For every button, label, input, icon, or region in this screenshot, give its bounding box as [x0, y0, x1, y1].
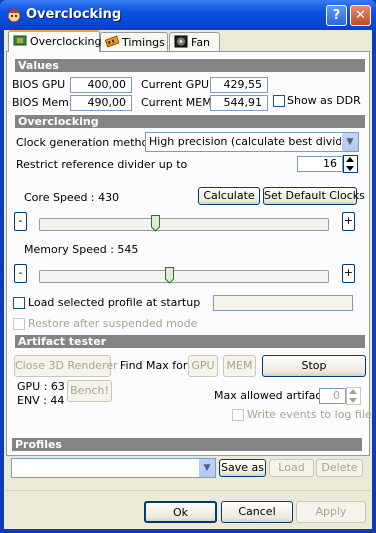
apply-button[interactable]: Apply: [296, 501, 366, 523]
ok-button[interactable]: Ok: [144, 501, 217, 523]
spinner-arrows-icon: [349, 389, 357, 403]
memory-icon: [105, 35, 119, 48]
memory-plus-button[interactable]: +: [342, 264, 355, 283]
core-minus-button[interactable]: -: [14, 212, 27, 231]
current-gpu-field: 429,55: [210, 77, 268, 93]
tab-panel: Values BIOS GPU 400,00 Current GPU 429,5…: [6, 51, 372, 456]
tab-label: Overclocking: [30, 35, 102, 48]
profile-select[interactable]: ▼: [11, 458, 216, 478]
show-ddr-label[interactable]: Show as DDR: [287, 94, 361, 108]
artifact-tester-header: Artifact tester: [15, 335, 365, 348]
write-events-checkbox[interactable]: [232, 409, 244, 421]
memory-speed-label: Memory Speed : 545: [24, 243, 139, 256]
find-max-label: Find Max for: [120, 359, 188, 372]
write-events-label: Write events to log file: [247, 408, 372, 421]
core-plus-button[interactable]: +: [342, 212, 355, 231]
load-profile-checkbox[interactable]: [13, 297, 25, 309]
values-header: Values: [15, 59, 365, 72]
app-icon: [7, 8, 21, 23]
stop-button[interactable]: Stop: [262, 355, 366, 377]
clock-method-value: High precision (calculate best divider): [149, 135, 358, 148]
restrict-label: Restrict reference divider up to: [16, 158, 188, 171]
startup-profile-field: [213, 295, 353, 311]
load-profile-label[interactable]: Load selected profile at startup: [28, 296, 200, 310]
restrict-field[interactable]: 16: [297, 156, 343, 172]
max-allowed-field[interactable]: 0: [319, 388, 346, 404]
restore-label: Restore after suspended mode: [28, 317, 198, 330]
core-slider-track[interactable]: [39, 218, 329, 231]
overclocking-header: Overclocking: [15, 115, 365, 128]
chevron-down-icon[interactable]: ▼: [341, 133, 358, 151]
bench-button[interactable]: Bench!: [67, 380, 112, 402]
memory-slider-thumb[interactable]: [165, 267, 175, 284]
title-bar[interactable]: Overclocking ? ✕: [0, 0, 376, 30]
max-allowed-label: Max allowed artifacts: [214, 389, 332, 402]
profiles-header: Profiles: [12, 438, 362, 451]
tab-overclocking[interactable]: Overclocking: [8, 30, 102, 52]
calculate-button[interactable]: Calculate: [198, 187, 260, 205]
window-title: Overclocking: [26, 7, 122, 22]
overclocking-window: Overclocking ? ✕ Overclocking Timings Fa…: [0, 0, 376, 533]
close-button[interactable]: ✕: [350, 5, 371, 26]
current-gpu-label: Current GPU: [141, 78, 210, 91]
current-mem-field: 544,91: [210, 95, 268, 111]
memory-minus-button[interactable]: -: [14, 264, 27, 283]
core-speed-label: Core Speed : 430: [24, 191, 120, 204]
env-artifact-count: ENV : 44: [17, 394, 65, 407]
bios-mem-field: 490,00: [70, 95, 132, 111]
restrict-spinner[interactable]: [343, 155, 358, 173]
tab-fan[interactable]: Fan: [169, 32, 220, 51]
current-mem-label: Current MEM: [141, 96, 212, 109]
max-allowed-spinner[interactable]: [346, 387, 361, 405]
help-button[interactable]: ?: [326, 5, 347, 26]
gpu-artifact-count: GPU : 63: [17, 380, 65, 393]
fan-icon: [174, 35, 188, 48]
clock-method-label: Clock generation method: [16, 136, 156, 149]
clock-method-select[interactable]: High precision (calculate best divider) …: [145, 132, 359, 152]
close-3d-renderer-button[interactable]: Close 3D Renderer: [14, 355, 118, 377]
chip-icon: [13, 35, 27, 46]
spinner-arrows-icon: [346, 157, 354, 171]
dialog-client: Overclocking Timings Fan Values BIOS GPU…: [4, 30, 372, 529]
memory-slider-track[interactable]: [39, 270, 329, 283]
find-max-mem-button[interactable]: MEM: [223, 355, 256, 377]
show-ddr-checkbox[interactable]: [273, 95, 285, 107]
footer-divider: [6, 490, 370, 491]
tab-label: Fan: [191, 36, 211, 49]
restore-checkbox[interactable]: [13, 318, 25, 330]
set-default-clocks-button[interactable]: Set Default Clocks: [263, 187, 365, 205]
load-profile-button[interactable]: Load: [269, 459, 314, 477]
delete-profile-button[interactable]: Delete: [316, 459, 363, 477]
bios-gpu-field: 400,00: [70, 77, 132, 93]
tab-label: Timings: [122, 36, 165, 49]
save-as-button[interactable]: Save as: [219, 459, 266, 477]
find-max-gpu-button[interactable]: GPU: [188, 355, 218, 377]
core-slider-thumb[interactable]: [151, 215, 161, 232]
tab-timings[interactable]: Timings: [100, 32, 168, 51]
chevron-down-icon[interactable]: ▼: [198, 459, 215, 477]
bios-mem-label: BIOS Mem: [12, 96, 69, 109]
bios-gpu-label: BIOS GPU: [12, 78, 66, 91]
cancel-button[interactable]: Cancel: [221, 501, 293, 523]
